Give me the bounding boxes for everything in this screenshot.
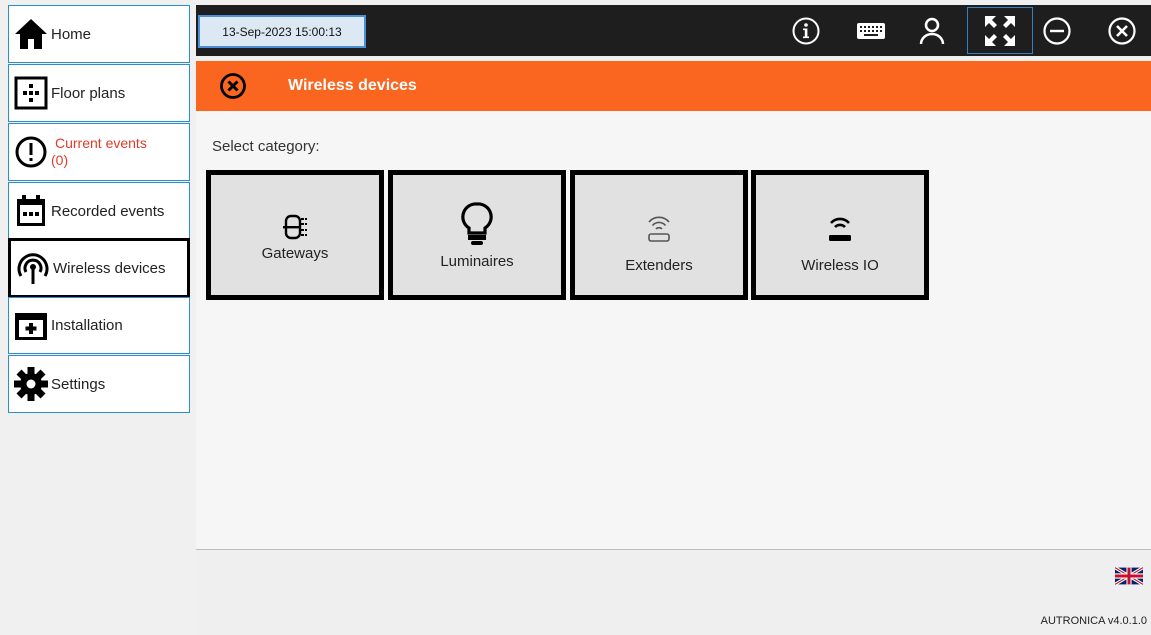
- header-close-button[interactable]: [216, 69, 250, 103]
- sidebar-item-label: Wireless devices: [53, 259, 166, 277]
- sidebar-item-recorded-events[interactable]: Recorded events: [8, 182, 190, 240]
- close-icon: [1108, 16, 1136, 45]
- sidebar-item-label: Settings: [51, 375, 106, 393]
- category-label: Luminaires: [440, 252, 514, 270]
- bulb-icon: [461, 201, 493, 247]
- fullscreen-button[interactable]: [967, 7, 1033, 54]
- gear-icon: [11, 364, 51, 404]
- sidebar-item-floor-plans[interactable]: Floor plans: [8, 64, 190, 122]
- top-bar: 13-Sep-2023 15:00:13: [196, 5, 1151, 56]
- page-title: Wireless devices: [288, 77, 417, 94]
- info-button[interactable]: [783, 7, 829, 54]
- alert-icon: [11, 132, 51, 172]
- category-gateways-button[interactable]: Gateways: [206, 170, 384, 300]
- user-button[interactable]: [909, 7, 955, 54]
- calendar-icon: [11, 191, 51, 231]
- home-icon: [11, 14, 51, 54]
- close-icon: [220, 73, 246, 99]
- info-icon: [792, 17, 820, 44]
- sidebar-item-wireless-devices[interactable]: Wireless devices: [8, 238, 190, 298]
- current-events-count: (0): [51, 152, 69, 168]
- category-extenders-button[interactable]: Extenders: [570, 170, 748, 300]
- fullscreen-icon: [985, 15, 1015, 46]
- footer: AUTRONICA v4.0.1.0: [196, 549, 1151, 635]
- sidebar-item-label: Floor plans: [51, 84, 126, 102]
- datetime-display[interactable]: 13-Sep-2023 15:00:13: [198, 15, 366, 48]
- category-wireless-io-button[interactable]: Wireless IO: [751, 170, 929, 300]
- keyboard-button[interactable]: [848, 7, 894, 54]
- sidebar-item-installation[interactable]: Installation: [8, 297, 190, 354]
- category-label: Wireless IO: [801, 256, 879, 274]
- sidebar-item-settings[interactable]: Settings: [8, 355, 190, 413]
- main-content: Select category: Gateways Luminaires Ext…: [196, 111, 1151, 549]
- extender-icon: [644, 197, 674, 243]
- installation-icon: [11, 306, 51, 346]
- minimize-button[interactable]: [1034, 7, 1080, 54]
- wireless-io-icon: [825, 197, 855, 243]
- language-flag-button[interactable]: [1114, 566, 1144, 586]
- sidebar-item-current-events[interactable]: Current events (0): [8, 123, 190, 181]
- category-label: Gateways: [261, 244, 329, 262]
- sidebar: Home Floor plans Current events (0) Reco…: [0, 0, 196, 635]
- sidebar-item-home[interactable]: Home: [8, 5, 190, 63]
- page-header: Wireless devices: [196, 61, 1151, 111]
- keyboard-icon: [857, 22, 885, 39]
- version-label: AUTRONICA v4.0.1.0: [1040, 615, 1147, 627]
- app-window: Home Floor plans Current events (0) Reco…: [0, 0, 1151, 635]
- sidebar-item-label: Recorded events: [51, 202, 165, 220]
- uk-flag-icon: [1114, 566, 1144, 586]
- minimize-icon: [1043, 16, 1071, 45]
- user-icon: [919, 17, 945, 44]
- category-label: Extenders: [625, 256, 693, 274]
- exit-button[interactable]: [1099, 7, 1145, 54]
- select-category-label: Select category:: [212, 138, 320, 155]
- wireless-icon: [13, 248, 53, 288]
- category-luminaires-button[interactable]: Luminaires: [388, 170, 566, 300]
- sidebar-item-label: Home: [51, 25, 92, 43]
- sidebar-item-label: Installation: [51, 317, 123, 334]
- floor-plan-icon: [11, 73, 51, 113]
- current-events-label: Current events: [55, 135, 147, 151]
- gateway-icon: [281, 195, 309, 241]
